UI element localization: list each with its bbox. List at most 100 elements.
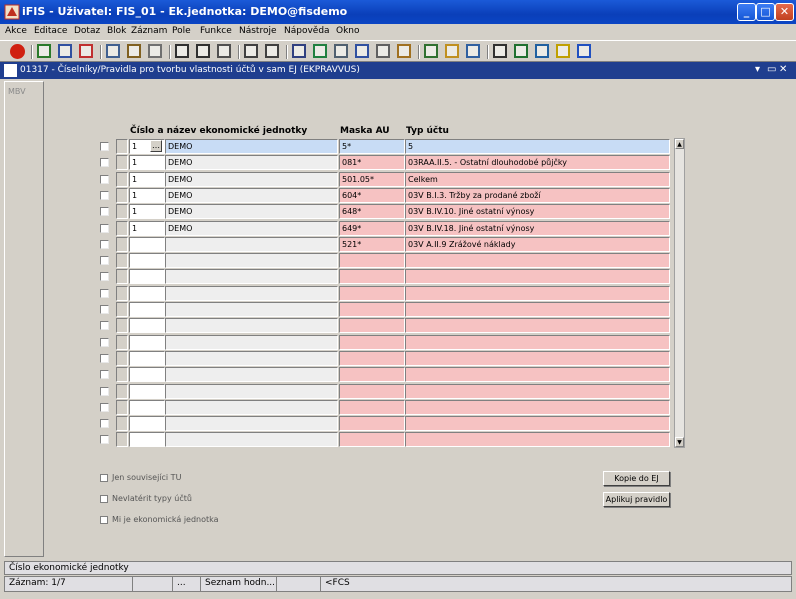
record-indicator[interactable] bbox=[116, 237, 128, 252]
record-indicator[interactable] bbox=[116, 269, 128, 284]
sort-asc-icon[interactable] bbox=[175, 44, 189, 58]
mask-field[interactable]: 649* bbox=[339, 221, 405, 236]
row-checkbox[interactable] bbox=[100, 338, 109, 347]
record-indicator[interactable] bbox=[116, 221, 128, 236]
record-indicator[interactable] bbox=[116, 400, 128, 415]
account-type-field[interactable] bbox=[405, 253, 670, 268]
ej-number-field[interactable]: 1 bbox=[129, 204, 165, 219]
query-icon[interactable] bbox=[58, 44, 72, 58]
ej-number-field[interactable] bbox=[129, 253, 165, 268]
row-checkbox[interactable] bbox=[100, 387, 109, 396]
mask-field[interactable]: 604* bbox=[339, 188, 405, 203]
account-type-field[interactable] bbox=[405, 432, 670, 447]
help-icon[interactable] bbox=[577, 44, 591, 58]
record-indicator[interactable] bbox=[116, 384, 128, 399]
menu-6[interactable]: Funkce bbox=[200, 26, 232, 36]
account-type-field[interactable] bbox=[405, 416, 670, 431]
row-checkbox[interactable] bbox=[100, 403, 109, 412]
account-type-field[interactable]: 5 bbox=[405, 139, 670, 154]
mask-field[interactable]: 5* bbox=[339, 139, 405, 154]
mask-field[interactable]: 501.05* bbox=[339, 172, 405, 187]
form-minimize-icon[interactable]: ▾ bbox=[755, 64, 760, 75]
ej-number-field[interactable]: 1 bbox=[129, 221, 165, 236]
account-type-field[interactable] bbox=[405, 384, 670, 399]
mask-field[interactable]: 648* bbox=[339, 204, 405, 219]
mask-field[interactable] bbox=[339, 432, 405, 447]
record-indicator[interactable] bbox=[116, 432, 128, 447]
menu-1[interactable]: Editace bbox=[34, 26, 67, 36]
record-indicator[interactable] bbox=[116, 204, 128, 219]
account-type-field[interactable] bbox=[405, 302, 670, 317]
record-indicator[interactable] bbox=[116, 155, 128, 170]
row-checkbox[interactable] bbox=[100, 370, 109, 379]
ej-number-field[interactable] bbox=[129, 432, 165, 447]
option-no-account-types-checkbox[interactable] bbox=[100, 495, 108, 503]
calculator-icon[interactable] bbox=[334, 44, 348, 58]
ej-number-field[interactable] bbox=[129, 286, 165, 301]
copy-icon[interactable] bbox=[106, 44, 120, 58]
record-icon[interactable] bbox=[148, 44, 162, 58]
ej-number-field[interactable] bbox=[129, 237, 165, 252]
excel-icon[interactable] bbox=[514, 44, 528, 58]
mask-field[interactable] bbox=[339, 416, 405, 431]
account-type-field[interactable] bbox=[405, 351, 670, 366]
sum-icon[interactable] bbox=[493, 44, 507, 58]
menu-7[interactable]: Nástroje bbox=[239, 26, 277, 36]
menu-5[interactable]: Pole bbox=[172, 26, 191, 36]
filter-icon[interactable] bbox=[217, 44, 231, 58]
account-type-field[interactable]: 03RAA.II.5. - Ostatní dlouhodobé půjčky bbox=[405, 155, 670, 170]
menu-2[interactable]: Dotaz bbox=[74, 26, 100, 36]
hierarchy-icon[interactable] bbox=[424, 44, 438, 58]
mask-field[interactable] bbox=[339, 335, 405, 350]
record-indicator[interactable] bbox=[116, 351, 128, 366]
row-checkbox[interactable] bbox=[100, 354, 109, 363]
row-checkbox[interactable] bbox=[100, 256, 109, 265]
mask-field[interactable] bbox=[339, 302, 405, 317]
record-indicator[interactable] bbox=[116, 286, 128, 301]
account-type-field[interactable]: 03V A.II.9 Zrážové náklady bbox=[405, 237, 670, 252]
record-indicator[interactable] bbox=[116, 188, 128, 203]
account-type-field[interactable]: 03V B.IV.10. Jiné ostatní výnosy bbox=[405, 204, 670, 219]
chart-icon[interactable] bbox=[445, 44, 459, 58]
scroll-up-icon[interactable]: ▲ bbox=[675, 139, 684, 149]
option-ej-checkbox[interactable] bbox=[100, 516, 108, 524]
row-checkbox[interactable] bbox=[100, 191, 109, 200]
ej-number-field[interactable] bbox=[129, 384, 165, 399]
link-icon[interactable] bbox=[313, 44, 327, 58]
ej-number-field[interactable]: 1 bbox=[129, 172, 165, 187]
cut-icon[interactable] bbox=[292, 44, 306, 58]
row-checkbox[interactable] bbox=[100, 289, 109, 298]
ej-number-field[interactable] bbox=[129, 351, 165, 366]
mask-field[interactable] bbox=[339, 253, 405, 268]
mask-field[interactable]: 521* bbox=[339, 237, 405, 252]
ej-number-field[interactable] bbox=[129, 367, 165, 382]
row-checkbox[interactable] bbox=[100, 240, 109, 249]
columns-icon[interactable] bbox=[355, 44, 369, 58]
record-indicator[interactable] bbox=[116, 335, 128, 350]
row-checkbox[interactable] bbox=[100, 158, 109, 167]
sort-desc-icon[interactable] bbox=[196, 44, 210, 58]
ej-number-field[interactable]: 1 bbox=[129, 155, 165, 170]
print-icon[interactable] bbox=[244, 44, 258, 58]
mask-field[interactable] bbox=[339, 351, 405, 366]
account-type-field[interactable] bbox=[405, 269, 670, 284]
form-restore-icon[interactable]: ▭ bbox=[767, 64, 776, 75]
ej-number-field[interactable]: 1 bbox=[129, 188, 165, 203]
report-icon[interactable] bbox=[397, 44, 411, 58]
ej-number-field[interactable] bbox=[129, 269, 165, 284]
menu-9[interactable]: Okno bbox=[336, 26, 360, 36]
row-checkbox[interactable] bbox=[100, 305, 109, 314]
minimize-button[interactable]: _ bbox=[737, 3, 756, 21]
record-indicator[interactable] bbox=[116, 253, 128, 268]
mask-field[interactable] bbox=[339, 367, 405, 382]
row-checkbox[interactable] bbox=[100, 207, 109, 216]
row-checkbox[interactable] bbox=[100, 419, 109, 428]
row-checkbox[interactable] bbox=[100, 321, 109, 330]
mask-field[interactable] bbox=[339, 318, 405, 333]
ej-number-field[interactable] bbox=[129, 400, 165, 415]
record-indicator[interactable] bbox=[116, 318, 128, 333]
copy-to-ej-button[interactable]: Kopie do EJ bbox=[603, 471, 670, 486]
option-related-only-checkbox[interactable] bbox=[100, 474, 108, 482]
ej-number-field[interactable] bbox=[129, 335, 165, 350]
menu-0[interactable]: Akce bbox=[5, 26, 27, 36]
